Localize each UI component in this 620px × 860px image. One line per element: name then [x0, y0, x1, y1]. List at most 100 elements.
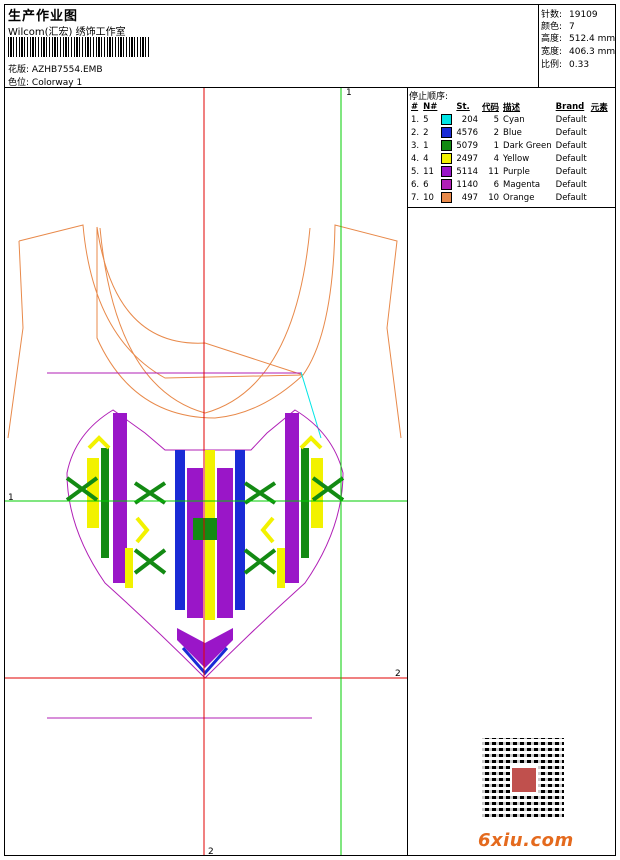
- table-row: 5. 11 5114 11 Purple Default: [409, 165, 610, 178]
- row-desc: Magenta: [503, 179, 541, 190]
- row-element: [589, 126, 610, 139]
- row-desc: Purple: [503, 166, 530, 177]
- row-code: 2: [493, 127, 500, 138]
- row-needle: 6: [423, 179, 429, 190]
- row-needle: 11: [423, 166, 434, 177]
- row-element: [589, 178, 610, 191]
- row-element: [589, 113, 610, 126]
- stripe-yellow-4: [125, 548, 133, 588]
- meta-width-value: 406.3 mm: [569, 47, 616, 57]
- axis-label-right-red: 2: [395, 669, 401, 679]
- row-index: 3.: [411, 140, 420, 151]
- row-brand: Default: [555, 166, 587, 177]
- row-desc: Blue: [503, 127, 522, 138]
- table-row: 7. 10 497 10 Orange Default: [409, 191, 610, 204]
- color-swatch: [441, 114, 453, 125]
- table-header-row: # N# St. 代码 描述 Brand 元素: [409, 101, 610, 113]
- meta-scale-label: 比例:: [541, 60, 563, 70]
- row-swatch: [439, 152, 454, 165]
- stripe-purple-1: [113, 413, 127, 583]
- row-brand: Default: [555, 140, 587, 151]
- page-title: 生产作业图: [8, 9, 79, 24]
- row-swatch: [439, 139, 454, 152]
- row-element: [589, 191, 610, 204]
- qr-logo-icon: [510, 766, 538, 794]
- row-stitches: 5114: [456, 166, 479, 177]
- row-code: 4: [493, 153, 500, 164]
- table-row: 1. 5 204 5 Cyan Default: [409, 113, 610, 126]
- row-index: 2.: [411, 127, 420, 138]
- meta-width: 宽度: 406.3 mm: [541, 44, 615, 57]
- meta-scale-value: 0.33: [569, 60, 590, 70]
- color-swatch: [441, 179, 453, 190]
- row-desc: Cyan: [503, 114, 525, 125]
- row-index: 5.: [411, 166, 420, 177]
- bottom-chevron: [177, 628, 233, 668]
- row-index: 4.: [411, 153, 420, 164]
- row-desc: Yellow: [503, 153, 530, 164]
- stripe-purple-4: [285, 413, 299, 583]
- table-row: 6. 6 1140 6 Magenta Default: [409, 178, 610, 191]
- stripe-purple-3: [217, 468, 233, 618]
- stripe-green-2: [301, 448, 309, 558]
- table-row: 3. 1 5079 1 Dark Green Default: [409, 139, 610, 152]
- colorway-value: Colorway 1: [31, 78, 83, 88]
- meta-height-value: 512.4 mm: [569, 34, 616, 44]
- center-green-band: [193, 518, 217, 540]
- design-value: AZHB7554.EMB: [31, 65, 103, 75]
- row-brand: Default: [555, 153, 587, 164]
- col-header-desc: 描述: [503, 103, 521, 113]
- row-stitches: 4576: [456, 127, 479, 138]
- colorway: 色位: Colorway 1: [8, 75, 82, 88]
- row-brand: Default: [555, 179, 587, 190]
- stripe-purple-2: [187, 468, 203, 618]
- col-header-element: 元素: [590, 103, 608, 113]
- stripe-blue-1: [175, 450, 185, 610]
- row-element: [589, 165, 610, 178]
- row-code: 5: [493, 114, 500, 125]
- row-brand: Default: [555, 192, 587, 203]
- stripe-yellow-5: [277, 548, 285, 588]
- row-needle: 4: [423, 153, 429, 164]
- color-swatch: [441, 166, 453, 177]
- row-needle: 2: [423, 127, 429, 138]
- colorway-label: 色位:: [8, 78, 30, 88]
- row-stitches: 1140: [456, 179, 479, 190]
- meta-height: 高度: 512.4 mm: [541, 31, 615, 44]
- row-stitches: 2497: [456, 153, 479, 164]
- row-desc: Dark Green: [503, 140, 552, 151]
- color-swatch: [441, 127, 453, 138]
- row-swatch: [439, 178, 454, 191]
- row-code: 11: [488, 166, 500, 177]
- row-needle: 10: [423, 192, 434, 203]
- row-swatch: [439, 165, 454, 178]
- row-code: 6: [493, 179, 500, 190]
- color-swatch: [441, 192, 453, 203]
- company-name: Wilcom(汇宏) 绣饰工作室: [8, 27, 126, 38]
- row-brand: Default: [555, 114, 587, 125]
- stripe-blue-2: [235, 450, 245, 610]
- row-element: [589, 139, 610, 152]
- row-swatch: [439, 126, 454, 139]
- col-header-needle: N#: [423, 102, 438, 112]
- row-needle: 5: [423, 114, 429, 125]
- meta-height-label: 高度:: [541, 34, 563, 44]
- row-code: 10: [488, 192, 500, 203]
- col-header-brand: Brand: [555, 102, 585, 112]
- row-swatch: [439, 191, 454, 204]
- color-swatch: [441, 153, 453, 164]
- row-index: 7.: [411, 192, 420, 203]
- table-row: 4. 4 2497 4 Yellow Default: [409, 152, 610, 165]
- axis-label-bottom-red: 2: [208, 847, 214, 857]
- meta-width-label: 宽度:: [541, 47, 563, 57]
- meta-divider: [538, 4, 539, 87]
- table-row: 2. 2 4576 2 Blue Default: [409, 126, 610, 139]
- row-desc: Orange: [503, 192, 535, 203]
- row-stitches: 5079: [456, 140, 479, 151]
- row-index: 6.: [411, 179, 420, 190]
- design-label: 花版:: [8, 65, 30, 75]
- barcode: [8, 37, 150, 57]
- stripe-green-1: [101, 448, 109, 558]
- col-header-code: 代码: [482, 103, 500, 113]
- row-brand: Default: [555, 127, 587, 138]
